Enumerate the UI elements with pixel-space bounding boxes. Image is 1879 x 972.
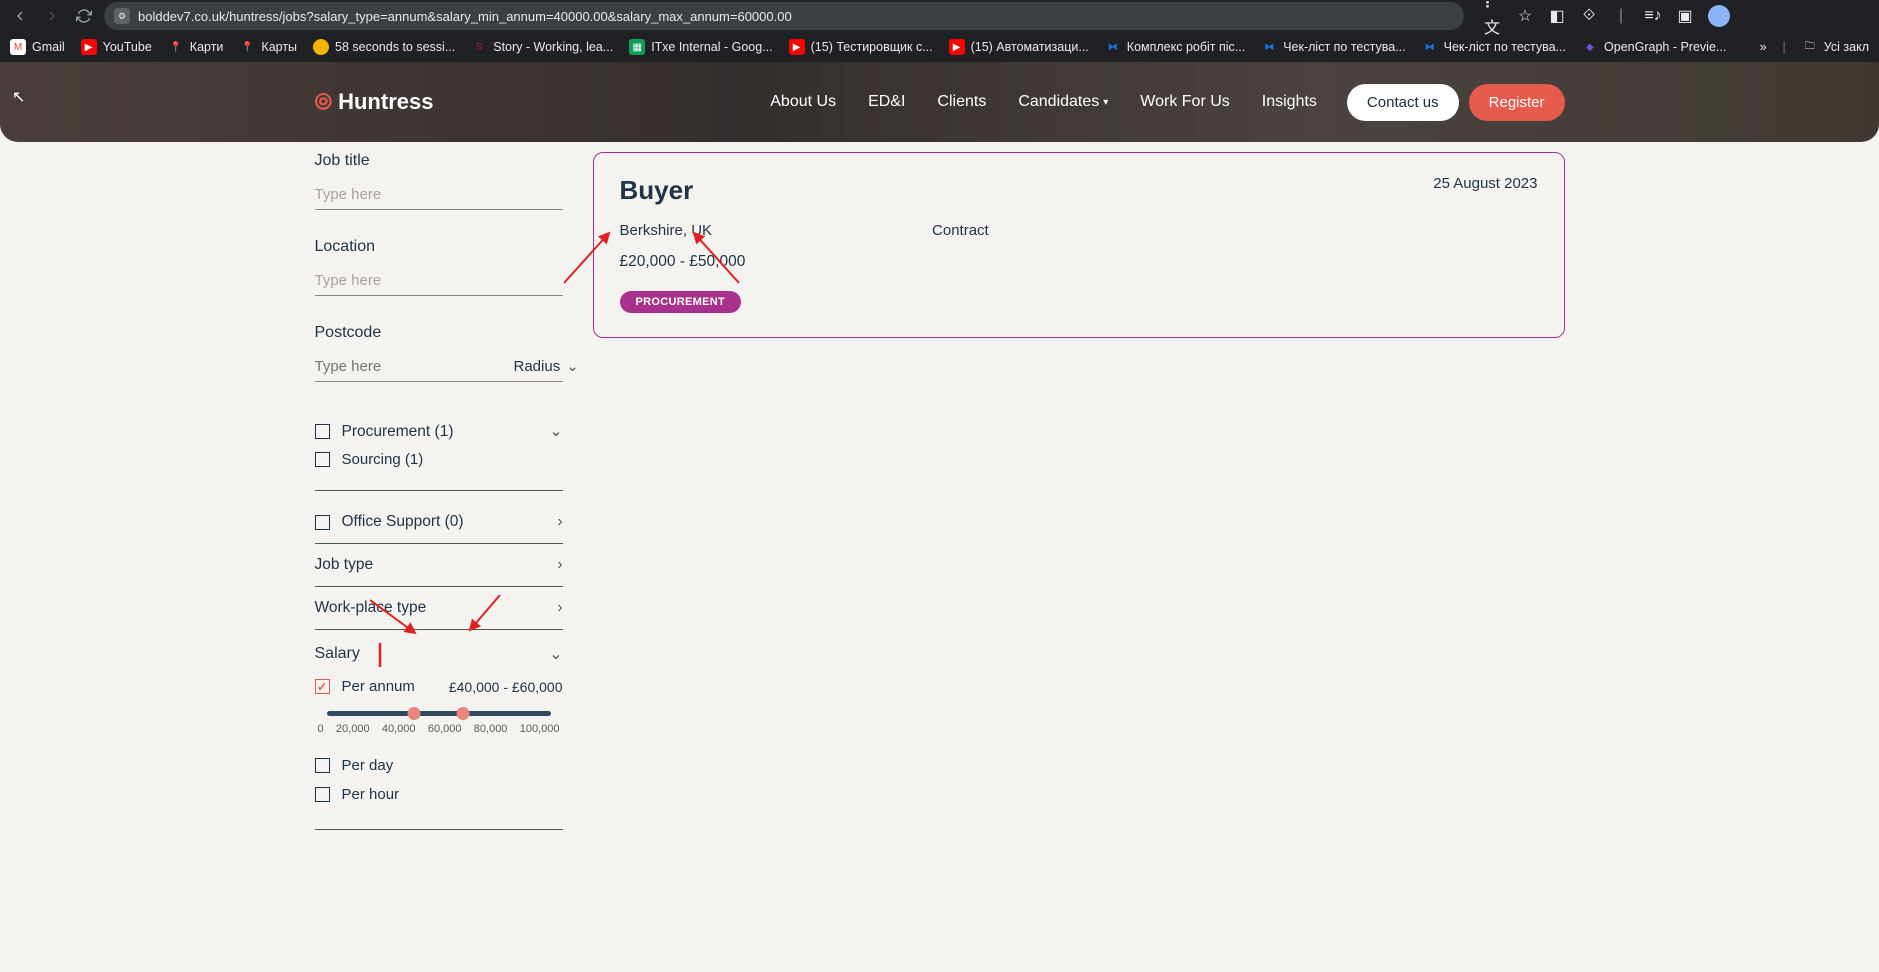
nav-candidates[interactable]: Candidates▾ — [1018, 93, 1108, 111]
logo-text: Huntress — [338, 89, 433, 115]
nav-work[interactable]: Work For Us — [1140, 93, 1229, 111]
filter-salary: Salary ⌄ Per annum £40,000 - £60,000 0 2… — [315, 630, 563, 830]
site-settings-icon[interactable]: ⚙ — [114, 8, 130, 24]
playlist-icon[interactable]: ≡♪ — [1644, 7, 1662, 25]
job-date: 25 August 2023 — [1433, 175, 1537, 192]
main-nav: About Us ED&I Clients Candidates▾ Work F… — [770, 93, 1317, 111]
panel-icon[interactable]: ▣ — [1676, 7, 1694, 25]
checkbox-icon[interactable] — [315, 424, 330, 439]
filter-job-type[interactable]: Job type › — [315, 544, 563, 587]
bookmark-item[interactable]: 58 seconds to sessi... — [313, 39, 455, 55]
chevron-right-icon: › — [557, 599, 562, 617]
contact-button[interactable]: Contact us — [1347, 84, 1459, 121]
chevron-down-icon: ⌄ — [550, 422, 563, 441]
checkbox-icon[interactable] — [315, 787, 330, 802]
page-content: Job title Location Postcode Radius⌄ Proc… — [305, 142, 1575, 870]
back-button[interactable] — [8, 4, 32, 28]
reload-button[interactable] — [72, 4, 96, 28]
extensions-icon[interactable]: ⟐ — [1580, 7, 1598, 25]
checkbox-checked-icon[interactable] — [315, 679, 330, 694]
job-title: Buyer — [620, 175, 1538, 206]
translate-icon[interactable]: ⠇文 — [1484, 7, 1502, 25]
job-title-input[interactable] — [315, 180, 563, 210]
per-day-row[interactable]: Per day — [315, 751, 563, 780]
chevron-right-icon: › — [557, 556, 562, 574]
hero-header: ⦾ Huntress About Us ED&I Clients Candida… — [0, 62, 1879, 142]
nav-insights[interactable]: Insights — [1262, 93, 1317, 111]
job-tag: PROCUREMENT — [620, 291, 741, 313]
logo-icon: ⦾ — [315, 89, 333, 115]
filter-sourcing-row[interactable]: Sourcing (1) — [315, 445, 563, 474]
url-text: bolddev7.co.uk/huntress/jobs?salary_type… — [138, 9, 792, 24]
bookmark-item[interactable]: ▶YouTube — [81, 39, 152, 55]
site-logo[interactable]: ⦾ Huntress — [315, 89, 434, 115]
nav-clients[interactable]: Clients — [937, 93, 986, 111]
postcode-label: Postcode — [315, 324, 563, 342]
job-card[interactable]: Buyer 25 August 2023 Berkshire, UK Contr… — [593, 152, 1565, 338]
slider-min-handle[interactable] — [407, 707, 420, 720]
browser-chrome: ⚙ bolddev7.co.uk/huntress/jobs?salary_ty… — [0, 0, 1879, 62]
nav-eddi[interactable]: ED&I — [868, 93, 905, 111]
job-salary: £20,000 - £50,000 — [620, 253, 1538, 271]
salary-range-value: £40,000 - £60,000 — [449, 679, 563, 695]
chevron-down-icon[interactable]: ⌄ — [549, 644, 562, 664]
browser-toolbar: ⚙ bolddev7.co.uk/huntress/jobs?salary_ty… — [0, 0, 1879, 32]
bookmarks-overflow[interactable]: » — [1760, 40, 1767, 54]
slider-ticks: 0 20,000 40,000 60,000 80,000 100,000 — [315, 723, 563, 735]
filter-procurement-row[interactable]: Procurement (1) ⌄ — [315, 410, 563, 445]
checkbox-icon[interactable] — [315, 758, 330, 773]
nav-about[interactable]: About Us — [770, 93, 836, 111]
per-hour-row[interactable]: Per hour — [315, 780, 563, 809]
location-input[interactable] — [315, 266, 563, 296]
bookmark-item[interactable]: 📍Карты — [239, 39, 297, 55]
browser-actions: ⠇文 ☆ ◧ ⟐ | ≡♪ ▣ — [1484, 5, 1736, 27]
bookmark-item[interactable]: ⧓Комплекс робіт піс... — [1105, 39, 1245, 55]
checkbox-icon[interactable] — [315, 452, 330, 467]
bookmark-item[interactable]: MGmail — [10, 39, 65, 55]
bookmark-item[interactable]: 📍Карти — [168, 39, 224, 55]
checkbox-icon[interactable] — [315, 515, 330, 530]
filter-location: Location — [315, 238, 563, 296]
salary-label: Salary — [315, 645, 360, 663]
register-button[interactable]: Register — [1469, 84, 1565, 121]
job-title-label: Job title — [315, 152, 563, 170]
job-type: Contract — [932, 222, 989, 239]
salary-slider[interactable] — [315, 707, 563, 719]
url-bar[interactable]: ⚙ bolddev7.co.uk/huntress/jobs?salary_ty… — [104, 2, 1464, 30]
per-annum-row[interactable]: Per annum — [315, 678, 415, 695]
bookmark-item[interactable]: ▶(15) Тестировщик с... — [789, 39, 933, 55]
chevron-down-icon: ▾ — [1103, 97, 1108, 108]
bookmark-item[interactable]: ▦ITхе Internal - Goog... — [629, 39, 772, 55]
filter-workplace-type[interactable]: Work-place type › — [315, 587, 563, 630]
postcode-input[interactable] — [315, 352, 514, 381]
bookmark-item[interactable]: ⧓Чек-ліст по тестува... — [1422, 39, 1566, 55]
profile-avatar[interactable] — [1708, 5, 1730, 27]
chevron-down-icon: ⌄ — [566, 357, 579, 375]
chevron-right-icon: › — [557, 513, 562, 531]
filter-postcode: Postcode Radius⌄ — [315, 324, 563, 382]
bookmark-item[interactable]: ▶(15) Автоматизаци... — [949, 39, 1089, 55]
filters-sidebar: Job title Location Postcode Radius⌄ Proc… — [315, 152, 563, 830]
bookmarks-bar: MGmail ▶YouTube 📍Карти 📍Карты 58 seconds… — [0, 32, 1879, 62]
extension-icon-1[interactable]: ◧ — [1548, 7, 1566, 25]
bookmark-item[interactable]: ⧓Чек-ліст по тестува... — [1261, 39, 1405, 55]
all-bookmarks[interactable]: 🗀Усі закл — [1802, 39, 1869, 55]
results-list: Buyer 25 August 2023 Berkshire, UK Contr… — [593, 152, 1565, 830]
star-icon[interactable]: ☆ — [1516, 7, 1534, 25]
divider: | — [1612, 7, 1630, 25]
filter-office-support[interactable]: Office Support (0) › — [315, 501, 563, 544]
forward-button[interactable] — [40, 4, 64, 28]
location-label: Location — [315, 238, 563, 256]
slider-max-handle[interactable] — [457, 707, 470, 720]
filter-job-title: Job title — [315, 152, 563, 210]
bookmark-item[interactable]: ◆OpenGraph - Previe... — [1582, 39, 1726, 55]
job-location: Berkshire, UK — [620, 222, 713, 239]
bookmark-item[interactable]: SStory - Working, lea... — [471, 39, 613, 55]
radius-select[interactable]: Radius⌄ — [514, 357, 579, 381]
